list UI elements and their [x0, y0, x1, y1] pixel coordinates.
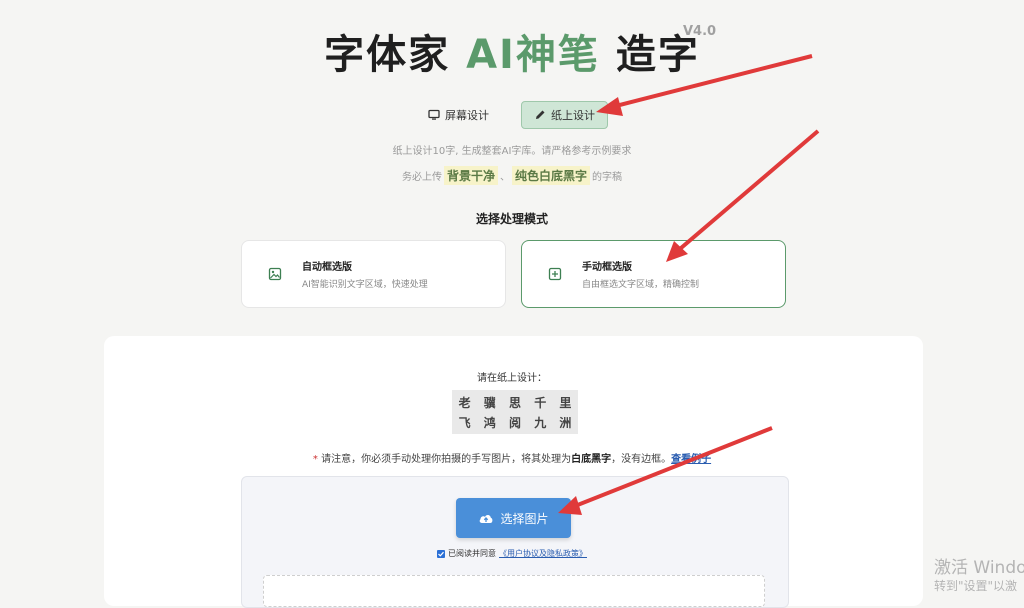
pencil-icon: [536, 110, 545, 119]
mode-card-manual-subtitle: 自由框选文字区域，精确控制: [582, 280, 700, 290]
sample-characters: 老 骥 思 千 里 飞 鸿 阅 九 洲: [452, 390, 578, 434]
mode-card-auto[interactable]: 自动框选版 AI智能识别文字区域，快速处理: [241, 240, 506, 308]
mode-card-auto-subtitle: AI智能识别文字区域，快速处理: [302, 280, 428, 290]
hint-suffix: 的字稿: [592, 172, 623, 183]
plus-square-icon: [548, 267, 562, 281]
sample-char: 鸿: [483, 415, 496, 430]
agreement-link[interactable]: 《用户协议及隐私政策》: [499, 548, 587, 559]
sample-char: 老: [458, 395, 471, 410]
version-badge: V4.0: [683, 24, 717, 39]
select-image-button[interactable]: 选择图片: [456, 498, 571, 538]
mode-card-manual-title: 手动框选版: [582, 262, 632, 273]
sample-char: 洲: [559, 415, 572, 430]
hint-prefix: 务必上传: [401, 172, 442, 183]
tab-paper-design-label: 纸上设计: [551, 109, 595, 122]
sample-char: 骥: [483, 395, 496, 410]
sample-char: 千: [534, 395, 547, 410]
sample-char: 阅: [508, 415, 521, 430]
sample-char: 九: [534, 415, 547, 430]
cloud-upload-icon: [480, 515, 493, 523]
view-example-link[interactable]: 查看例子: [671, 454, 711, 465]
hint-line1: 纸上设计10字, 生成整套AI字库。请严格参考示例要求: [392, 146, 632, 157]
hint-highlight-clean-bg: 背景干净: [443, 166, 498, 185]
page-title: 字体家 AI神笔 造字: [0, 22, 1024, 80]
hint-separator: 、: [500, 172, 510, 183]
select-image-label: 选择图片: [500, 511, 549, 526]
dropzone[interactable]: [263, 575, 765, 607]
design-label: 请在纸上设计：: [477, 373, 547, 384]
tab-screen-design[interactable]: 屏幕设计: [416, 101, 501, 129]
windows-watermark-line2: 转到"设置"以激: [934, 579, 1018, 593]
agreement-row: 已阅读并同意 《用户协议及隐私政策》: [0, 548, 1024, 559]
mode-card-manual[interactable]: 手动框选版 自由框选文字区域，精确控制: [521, 240, 786, 308]
title-part1: 字体家: [324, 32, 467, 78]
sample-char: 里: [559, 395, 572, 410]
hint-highlight-white-black: 纯色白底黑字: [512, 166, 591, 185]
title-ai: AI神笔: [466, 32, 600, 78]
design-mode-tabs: 屏幕设计 纸上设计: [0, 101, 1024, 129]
agreement-text: 已阅读并同意: [448, 549, 496, 558]
tab-paper-design[interactable]: 纸上设计: [521, 101, 608, 129]
monitor-icon: [428, 109, 440, 120]
mode-section-title: 选择处理模式: [475, 212, 548, 226]
image-icon: [268, 267, 282, 281]
sample-char: 飞: [458, 415, 471, 430]
windows-watermark-line1: 激活 Windo: [934, 558, 1024, 578]
notice-text2: ，没有边框。: [611, 454, 672, 465]
notice-text: * 请注意，你必须手动处理你拍摄的手写图片，将其处理为白底黑字，没有边框。查看例…: [0, 450, 1024, 465]
notice-bold: 白底黑字: [571, 454, 612, 465]
sample-char: 思: [508, 395, 521, 410]
agreement-checkbox[interactable]: [437, 549, 445, 558]
hint-line2: 务必上传 背景干净、纯色白底黑字 的字稿: [0, 166, 1024, 185]
tab-screen-design-label: 屏幕设计: [445, 109, 489, 122]
mode-card-auto-title: 自动框选版: [302, 262, 352, 273]
notice-text1: 请注意，你必须手动处理你拍摄的手写图片，将其处理为: [317, 454, 572, 465]
